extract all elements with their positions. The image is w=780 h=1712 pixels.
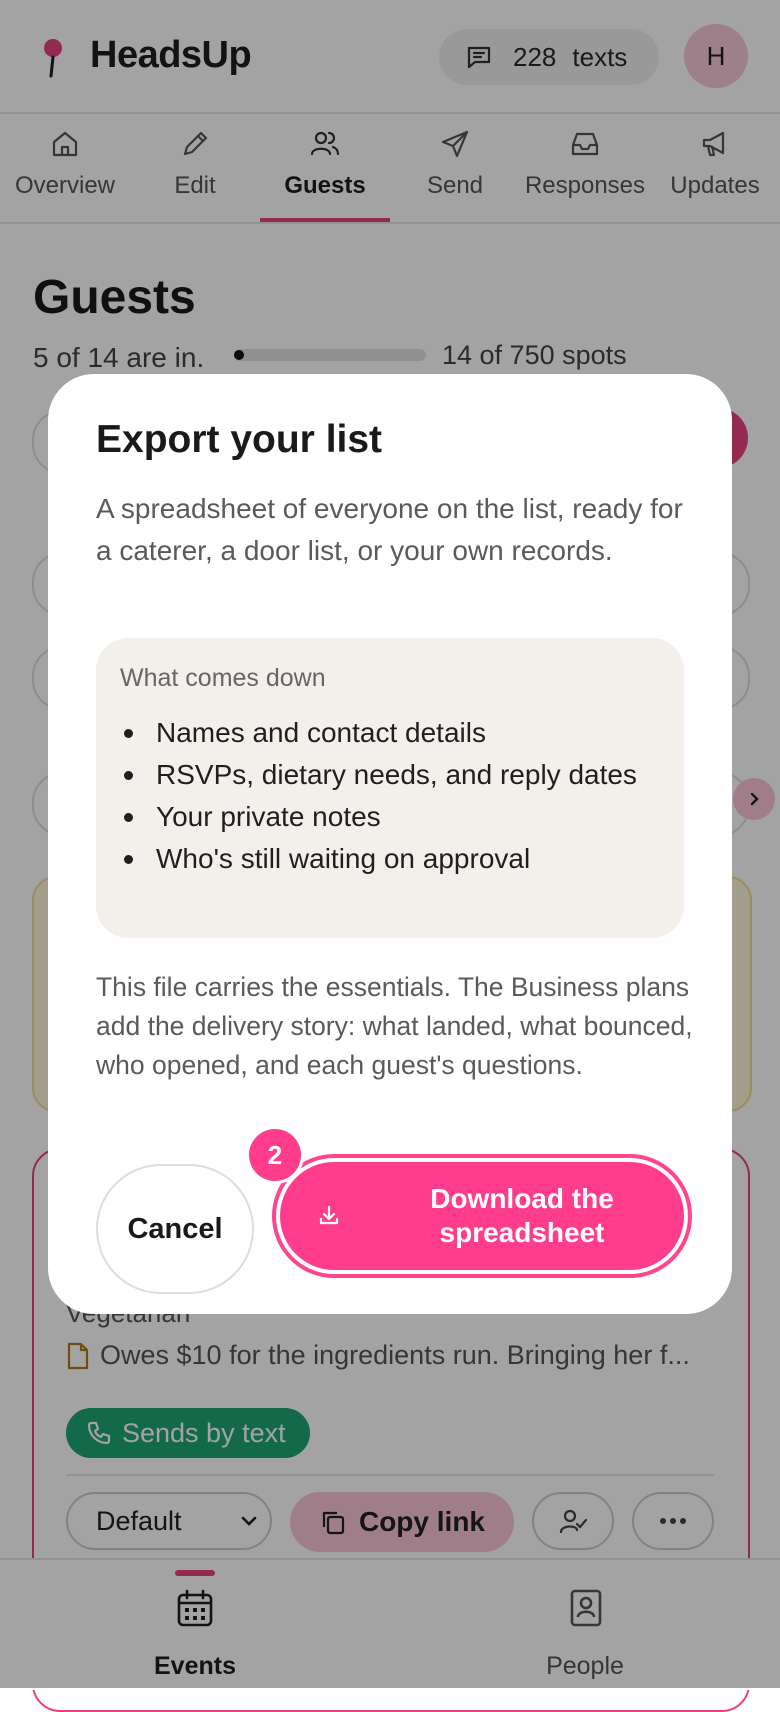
cancel-button[interactable]: Cancel	[96, 1164, 254, 1294]
plan-footnote: This file carries the essentials. The Bu…	[96, 972, 693, 1080]
contents-heading: What comes down	[120, 664, 326, 692]
step-badge: 2	[246, 1126, 304, 1184]
dialog-description: A spreadsheet of everyone on the list, r…	[96, 493, 683, 566]
export-contents-box: What comes down Names and contact detail…	[96, 638, 684, 938]
list-item: Your private notes	[120, 796, 660, 838]
dialog-title: Export your list	[96, 418, 383, 461]
list-item: Who's still waiting on approval	[120, 838, 660, 880]
list-item: Names and contact details	[120, 712, 660, 754]
list-item: RSVPs, dietary needs, and reply dates	[120, 754, 660, 796]
download-spreadsheet-button[interactable]: Download the spreadsheet	[280, 1162, 684, 1270]
download-label: Download the spreadsheet	[430, 1183, 614, 1248]
contents-list: Names and contact details RSVPs, dietary…	[120, 712, 660, 880]
export-dialog: Export your list A spreadsheet of everyo…	[48, 374, 732, 1314]
download-icon	[319, 1205, 339, 1225]
